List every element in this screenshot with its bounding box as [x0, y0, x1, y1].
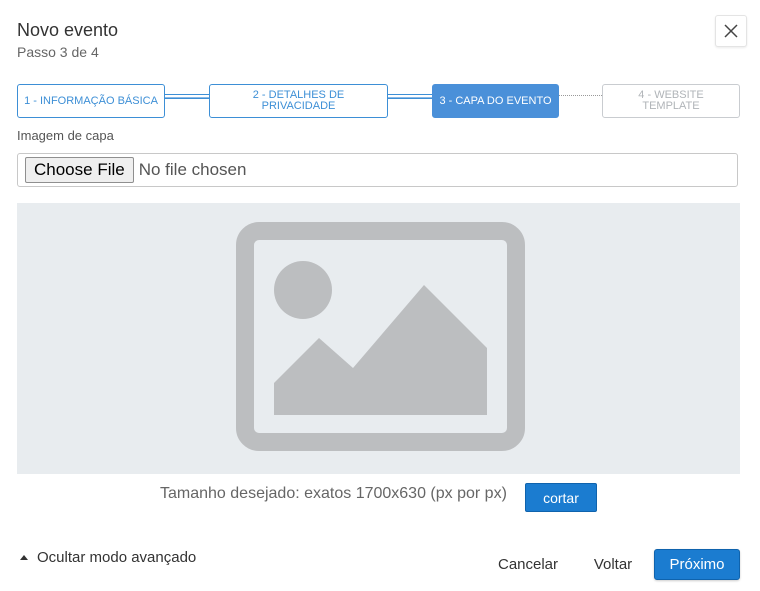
step-connector — [386, 94, 432, 98]
step-counter: Passo 3 de 4 — [17, 44, 99, 60]
toggle-advanced-mode[interactable]: Ocultar modo avançado — [20, 549, 196, 566]
caret-up-icon — [20, 555, 28, 560]
step-website-template[interactable]: 4 - WEBSITE TEMPLATE — [602, 84, 740, 118]
step-label: 3 - CAPA DO EVENTO — [439, 94, 552, 107]
crop-button[interactable]: cortar — [525, 483, 597, 512]
wizard-stepper: 1 - INFORMAÇÃO BÁSICA 2 - DETALHES DE PR… — [17, 84, 740, 118]
cover-file-input[interactable]: Choose File No file chosen — [17, 153, 738, 187]
choose-file-button[interactable]: Choose File — [25, 157, 134, 183]
step-connector — [558, 95, 602, 96]
cover-image-preview — [17, 203, 740, 474]
modal-title: Novo evento — [17, 20, 119, 40]
new-event-modal: Novo evento Passo 3 de 4 1 - INFORMAÇÃO … — [0, 0, 760, 591]
back-button[interactable]: Voltar — [585, 549, 641, 580]
advanced-toggle-label: Ocultar modo avançado — [37, 549, 197, 566]
cover-image-label: Imagem de capa — [17, 128, 114, 143]
step-event-cover[interactable]: 3 - CAPA DO EVENTO — [432, 84, 559, 118]
step-label: 4 - WEBSITE TEMPLATE — [638, 89, 704, 112]
step-label: 1 - INFORMAÇÃO BÁSICA — [24, 94, 158, 107]
image-placeholder-icon — [236, 222, 525, 451]
size-hint-text: Tamanho desejado: exatos 1700x630 (px po… — [160, 485, 507, 502]
next-button[interactable]: Próximo — [654, 549, 740, 580]
close-icon — [724, 24, 738, 38]
step-basic-info[interactable]: 1 - INFORMAÇÃO BÁSICA — [17, 84, 165, 118]
cancel-button[interactable]: Cancelar — [491, 549, 565, 580]
close-button[interactable] — [715, 15, 747, 47]
step-privacy-details[interactable]: 2 - DETALHES DE PRIVACIDADE — [209, 84, 388, 118]
file-status-text: No file chosen — [138, 160, 247, 179]
step-label: 2 - DETALHES DE PRIVACIDADE — [252, 89, 345, 112]
step-connector — [165, 94, 209, 98]
